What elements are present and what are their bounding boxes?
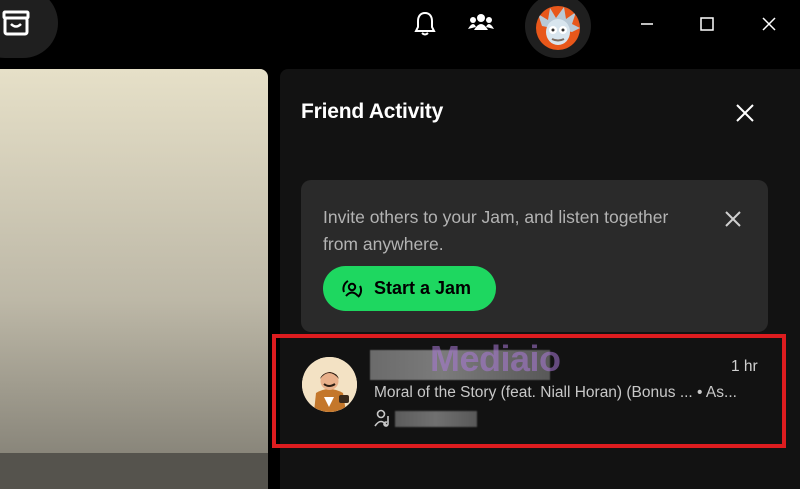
profile-button[interactable] <box>525 0 591 58</box>
user-avatar <box>536 6 580 50</box>
main-view <box>0 69 268 489</box>
maximize-icon[interactable] <box>693 10 721 38</box>
whats-new-button[interactable] <box>0 0 58 58</box>
start-jam-button[interactable]: Start a Jam <box>323 266 496 311</box>
watermark: Mediaio <box>430 338 561 379</box>
close-icon[interactable] <box>755 10 783 38</box>
jam-invite-text: Invite others to your Jam, and listen to… <box>323 207 669 254</box>
track-title-link[interactable]: Moral of the Story (feat. Niall Horan) (… <box>374 384 758 402</box>
start-jam-label: Start a Jam <box>374 278 472 298</box>
bell-icon[interactable] <box>413 10 437 38</box>
dismiss-jam-icon[interactable] <box>720 206 746 232</box>
friends-icon[interactable] <box>468 10 494 38</box>
activity-time: 1 hr <box>731 358 758 375</box>
artist-name-redacted <box>395 411 477 427</box>
store-icon <box>2 10 30 36</box>
jam-icon <box>342 280 363 298</box>
close-panel-icon[interactable] <box>732 100 758 126</box>
friend-activity-title: Friend Activity <box>301 100 444 123</box>
minimize-icon[interactable] <box>633 10 661 38</box>
artist-icon <box>374 409 389 427</box>
friend-avatar[interactable] <box>302 357 357 412</box>
